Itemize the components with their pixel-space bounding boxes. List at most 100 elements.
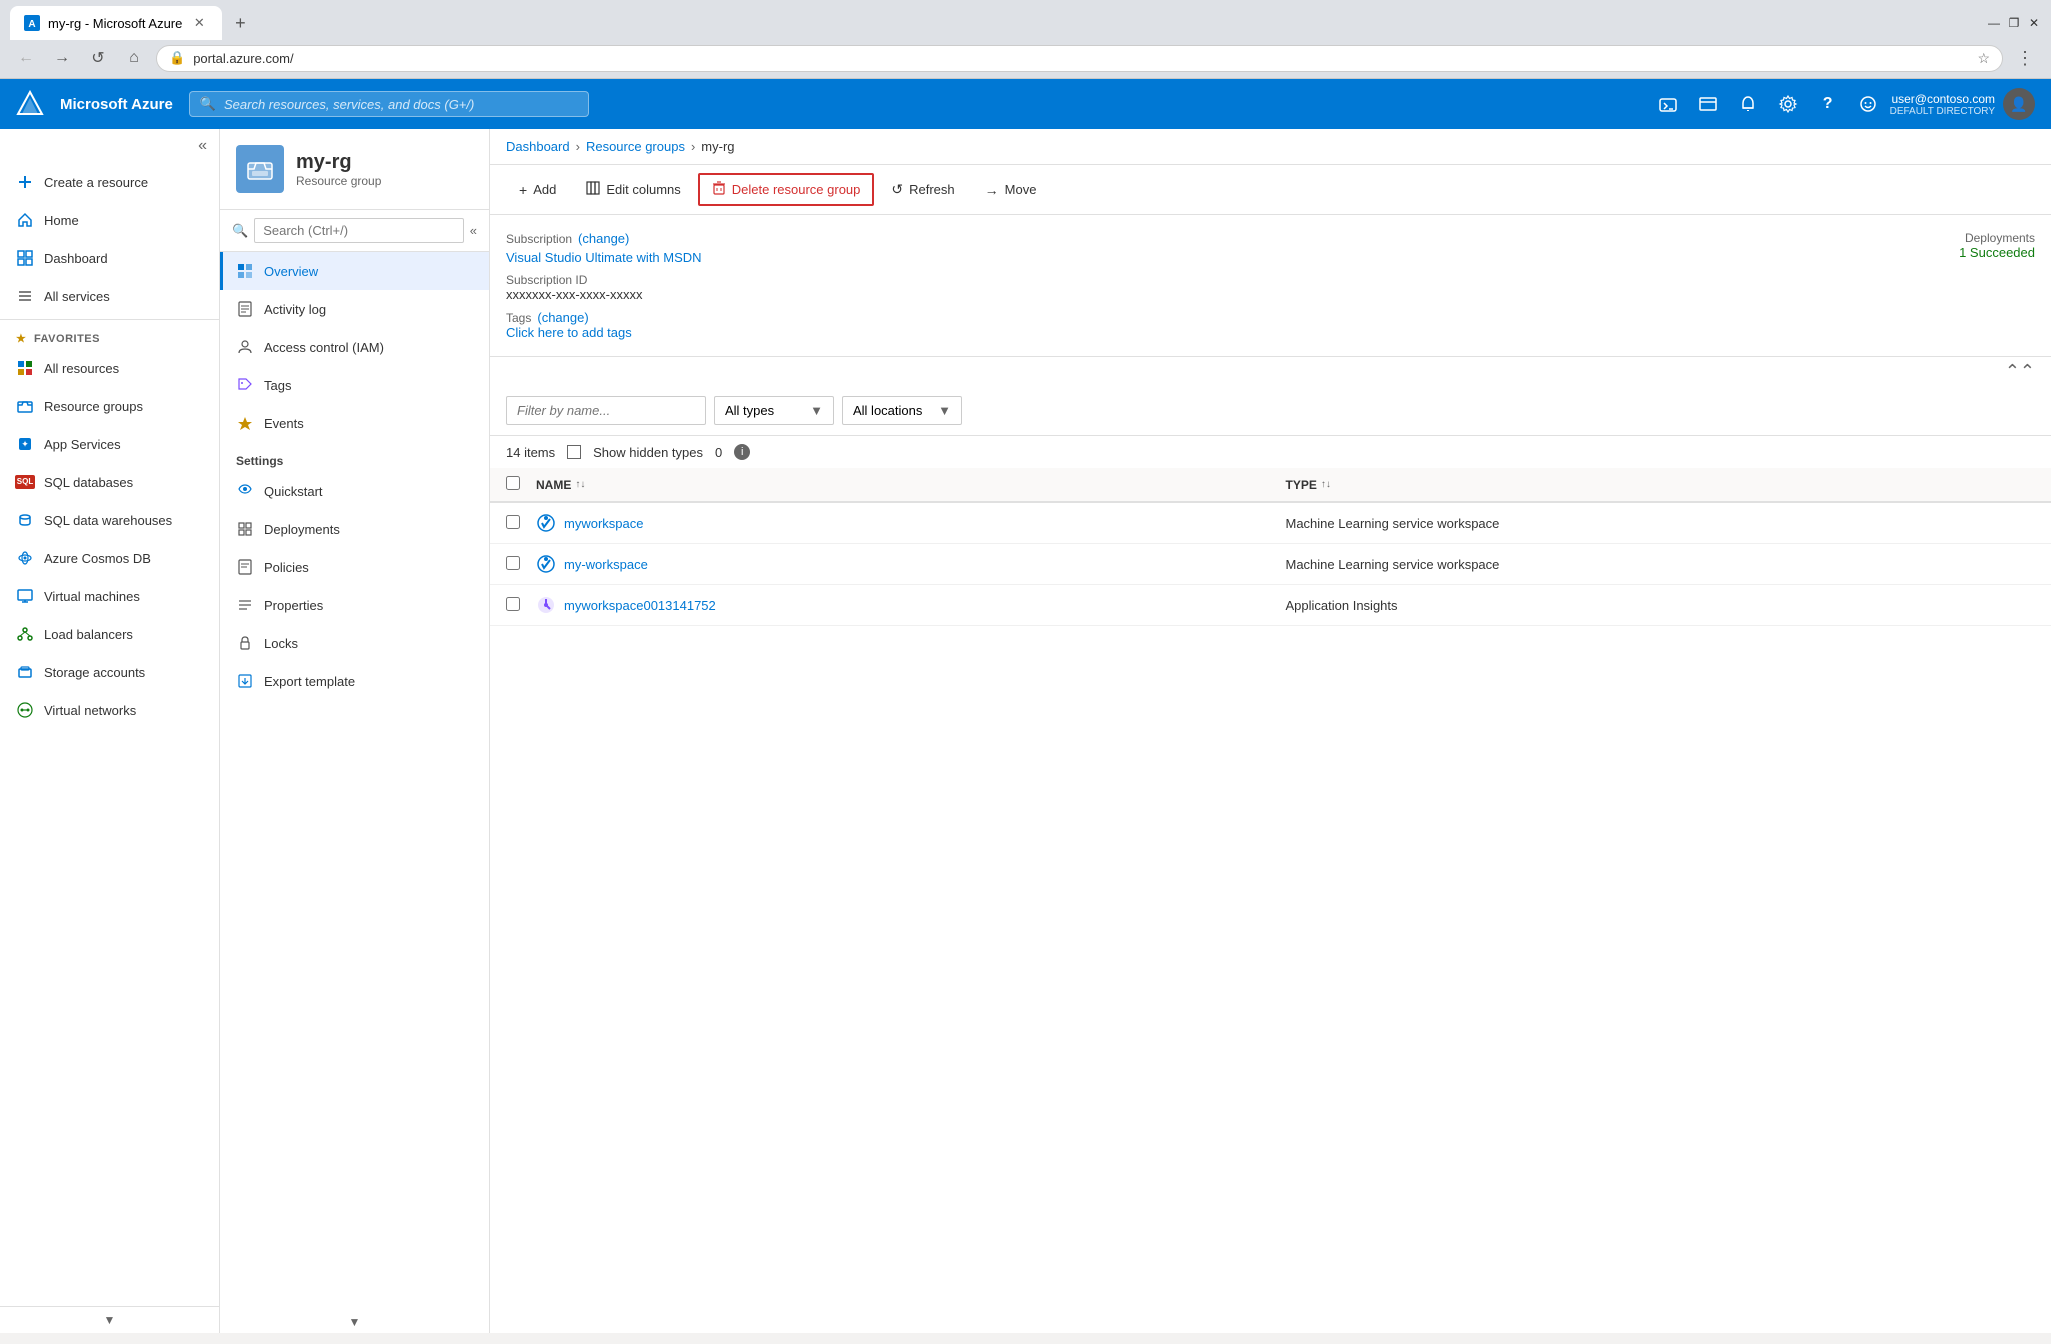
resource-type: Resource group — [296, 174, 381, 188]
new-tab-button[interactable]: + — [226, 9, 254, 37]
all-types-dropdown[interactable]: All types ▼ — [714, 396, 834, 425]
user-profile[interactable]: user@contoso.com DEFAULT DIRECTORY 👤 — [1890, 88, 2035, 120]
address-bar[interactable]: 🔒 portal.azure.com/ ☆ — [156, 45, 2003, 72]
azure-app: Microsoft Azure 🔍 Search resources, serv… — [0, 79, 2051, 1333]
collapse-icon[interactable]: « — [198, 137, 207, 155]
panel-nav-properties[interactable]: Properties — [220, 586, 489, 624]
panel-nav-policies[interactable]: Policies — [220, 548, 489, 586]
sidebar-item-lb[interactable]: Load balancers — [0, 615, 219, 653]
breadcrumb-resourcegroups[interactable]: Resource groups — [586, 139, 685, 154]
sidebar-item-vnet[interactable]: Virtual networks — [0, 691, 219, 729]
home-icon — [16, 211, 34, 229]
sidebar-item-dashboard[interactable]: Dashboard — [0, 239, 219, 277]
resource-link-1[interactable]: myworkspace — [564, 516, 643, 531]
settings-icon[interactable] — [1770, 86, 1806, 122]
sidebar-item-create[interactable]: Create a resource — [0, 163, 219, 201]
directory-icon[interactable] — [1690, 86, 1726, 122]
sidebar-item-sqldbs[interactable]: SQL SQL databases — [0, 463, 219, 501]
panel-nav-locks[interactable]: Locks — [220, 624, 489, 662]
svg-text:A: A — [28, 19, 35, 30]
maximize-button[interactable]: ❐ — [2007, 16, 2021, 30]
panel-nav-overview[interactable]: Overview — [220, 252, 489, 290]
name-sort-icon[interactable]: ↑↓ — [575, 479, 585, 490]
panel-collapse-button[interactable]: « — [470, 223, 477, 238]
panel-nav-exporttemplate[interactable]: Export template — [220, 662, 489, 700]
row-name-2: my-workspace — [536, 554, 1286, 574]
collapse-details-icon[interactable]: ⌃⌃ — [2005, 361, 2035, 382]
table-row[interactable]: myworkspace Machine Learning service wor… — [490, 503, 2051, 544]
sidebar-scroll-down[interactable]: ▼ — [0, 1306, 219, 1333]
refresh-button[interactable]: ↺ Refresh — [878, 174, 967, 205]
all-locations-dropdown[interactable]: All locations ▼ — [842, 396, 962, 425]
filter-by-name-input[interactable] — [506, 396, 706, 425]
breadcrumb-sep-1: › — [576, 139, 580, 154]
cloud-shell-icon[interactable] — [1650, 86, 1686, 122]
close-button[interactable]: ✕ — [2027, 16, 2041, 30]
panel-search-input[interactable] — [254, 218, 464, 243]
header-name-col[interactable]: NAME ↑↓ — [536, 478, 1286, 492]
panel-nav-iam[interactable]: Access control (IAM) — [220, 328, 489, 366]
show-hidden-types-checkbox[interactable] — [567, 445, 581, 459]
add-button[interactable]: + Add — [506, 175, 569, 205]
browser-tab[interactable]: A my-rg - Microsoft Azure ✕ — [10, 6, 222, 40]
row-check-2[interactable] — [506, 556, 536, 573]
sidebar-item-appservices[interactable]: ✦ App Services — [0, 425, 219, 463]
panel-right: Dashboard › Resource groups › my-rg + Ad… — [490, 129, 2051, 1333]
breadcrumb-dashboard[interactable]: Dashboard — [506, 139, 570, 154]
back-button[interactable]: ← — [12, 44, 40, 72]
table-row[interactable]: my-workspace Machine Learning service wo… — [490, 544, 2051, 585]
row-checkbox-2[interactable] — [506, 556, 520, 570]
header-type-col[interactable]: TYPE ↑↓ — [1286, 478, 2036, 492]
select-all-checkbox[interactable] — [506, 476, 520, 490]
azure-search-bar[interactable]: 🔍 Search resources, services, and docs (… — [189, 91, 589, 117]
type-sort-icon[interactable]: ↑↓ — [1321, 479, 1331, 490]
panel-nav-activitylog[interactable]: Activity log — [220, 290, 489, 328]
panel-left-nav: my-rg Resource group 🔍 « — [220, 129, 490, 1333]
sidebar-item-cosmosdb[interactable]: Azure Cosmos DB — [0, 539, 219, 577]
tags-change-link[interactable]: (change) — [537, 310, 588, 325]
reload-button[interactable]: ↺ — [84, 44, 112, 72]
bookmark-icon[interactable]: ☆ — [1977, 50, 1990, 67]
notifications-icon[interactable] — [1730, 86, 1766, 122]
delete-button[interactable]: Delete resource group — [698, 173, 875, 206]
user-avatar[interactable]: 👤 — [2003, 88, 2035, 120]
subscription-change-link[interactable]: (change) — [578, 231, 629, 246]
row-checkbox-1[interactable] — [506, 515, 520, 529]
subscription-value[interactable]: Visual Studio Ultimate with MSDN — [506, 250, 702, 265]
tab-close-button[interactable]: ✕ — [190, 14, 208, 32]
sidebar-item-sqldw[interactable]: SQL data warehouses — [0, 501, 219, 539]
move-icon: → — [985, 182, 999, 198]
sidebar-scroll[interactable]: All resources Resource groups ✦ App Serv… — [0, 349, 219, 1306]
row-check-1[interactable] — [506, 515, 536, 532]
panel-scroll-down[interactable]: ▼ — [220, 1311, 489, 1333]
row-checkbox-3[interactable] — [506, 597, 520, 611]
tags-add-link[interactable]: Click here to add tags — [506, 325, 632, 340]
hidden-types-info-icon[interactable]: i — [734, 444, 750, 460]
sidebar-item-home[interactable]: Home — [0, 201, 219, 239]
panel-nav-events[interactable]: Events — [220, 404, 489, 442]
panel-nav-deployments[interactable]: Deployments — [220, 510, 489, 548]
panel-nav-quickstart[interactable]: Quickstart — [220, 472, 489, 510]
ml-workspace-icon-2 — [536, 554, 556, 574]
sidebar-item-allresources[interactable]: All resources — [0, 349, 219, 387]
sidebar-item-resourcegroups[interactable]: Resource groups — [0, 387, 219, 425]
edit-columns-button[interactable]: Edit columns — [573, 174, 693, 205]
browser-menu-button[interactable]: ⋮ — [2011, 44, 2039, 72]
sidebar-item-storage[interactable]: Storage accounts — [0, 653, 219, 691]
resource-link-3[interactable]: myworkspace0013141752 — [564, 598, 716, 613]
minimize-button[interactable]: — — [1987, 16, 2001, 30]
resource-link-2[interactable]: my-workspace — [564, 557, 648, 572]
panel-nav-scroll[interactable]: Overview Activity log Access — [220, 252, 489, 1311]
forward-button[interactable]: → — [48, 44, 76, 72]
row-check-3[interactable] — [506, 597, 536, 614]
help-icon[interactable]: ? — [1810, 86, 1846, 122]
sidebar-item-allservices[interactable]: All services — [0, 277, 219, 315]
table-row[interactable]: myworkspace0013141752 Application Insigh… — [490, 585, 2051, 626]
sidebar-item-vms[interactable]: Virtual machines — [0, 577, 219, 615]
panel-nav-tags[interactable]: Tags — [220, 366, 489, 404]
feedback-icon[interactable] — [1850, 86, 1886, 122]
move-button[interactable]: → Move — [972, 175, 1050, 205]
home-button[interactable]: ⌂ — [120, 44, 148, 72]
tags-label: Tags — [264, 378, 291, 393]
deployments-value[interactable]: 1 Succeeded — [1959, 245, 2035, 260]
